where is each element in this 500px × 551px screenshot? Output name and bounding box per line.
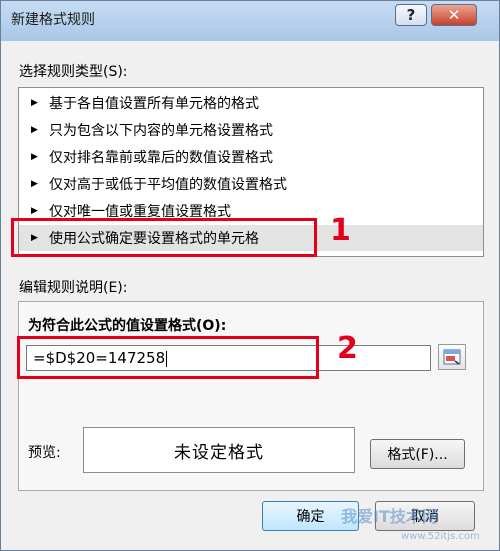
annotation-number-2: 2	[337, 331, 358, 366]
formula-value: =$D$20=147258	[33, 349, 166, 367]
rule-type-item[interactable]: ▶ 仅对高于或低于平均值的数值设置格式	[19, 171, 483, 197]
ok-button-label: 确定	[296, 509, 325, 525]
rule-type-item-selected[interactable]: ▶ 使用公式确定要设置格式的单元格	[19, 225, 483, 251]
help-button[interactable]: ?	[395, 4, 427, 26]
annotation-number-1: 1	[330, 213, 351, 248]
rule-type-item[interactable]: ▶ 只为包含以下内容的单元格设置格式	[19, 117, 483, 143]
rule-type-item[interactable]: ▶ 仅对排名靠前或靠后的数值设置格式	[19, 144, 483, 170]
preview-box: 未设定格式	[83, 427, 355, 473]
rule-type-item[interactable]: ▶ 仅对唯一值或重复值设置格式	[19, 198, 483, 224]
rule-type-item-label: 仅对高于或低于平均值的数值设置格式	[49, 177, 287, 193]
range-select-button[interactable]	[438, 344, 466, 370]
close-icon: ✕	[447, 6, 461, 24]
triangle-right-icon: ▶	[31, 98, 38, 108]
new-format-rule-dialog: 新建格式规则 ? ✕ 选择规则类型(S): ▶ 基于各自值设置所有单元格的格式 …	[0, 0, 500, 551]
rule-type-item-label: 仅对唯一值或重复值设置格式	[49, 204, 231, 220]
dialog-title: 新建格式规则	[11, 12, 95, 28]
triangle-right-icon: ▶	[31, 179, 38, 189]
rule-type-list[interactable]: ▶ 基于各自值设置所有单元格的格式 ▶ 只为包含以下内容的单元格设置格式 ▶ 仅…	[18, 87, 484, 257]
preview-label: 预览:	[28, 445, 61, 461]
triangle-right-icon: ▶	[31, 152, 38, 162]
edit-rule-label: 编辑规则说明(E):	[19, 280, 128, 296]
formula-label: 为符合此公式的值设置格式(O):	[28, 318, 227, 334]
help-icon: ?	[406, 6, 416, 24]
watermark-url: www.52itjs.com	[401, 531, 480, 542]
title-bar: 新建格式规则 ? ✕	[1, 1, 499, 41]
close-button[interactable]: ✕	[431, 4, 477, 26]
format-button[interactable]: 格式(F)...	[370, 439, 465, 469]
rule-type-item-label: 只为包含以下内容的单元格设置格式	[49, 123, 273, 139]
format-button-label: 格式(F)...	[387, 447, 448, 463]
preview-text: 未设定格式	[174, 442, 264, 463]
watermark-logo: 我爱IT技术网	[341, 507, 438, 526]
triangle-right-icon: ▶	[31, 206, 38, 216]
rule-type-item-label: 仅对排名靠前或靠后的数值设置格式	[49, 150, 273, 166]
triangle-right-icon: ▶	[31, 125, 38, 135]
text-caret	[166, 350, 168, 367]
triangle-right-icon: ▶	[31, 233, 38, 243]
rule-type-label: 选择规则类型(S):	[19, 64, 128, 80]
rule-type-item-label: 使用公式确定要设置格式的单元格	[49, 231, 259, 247]
rule-type-item[interactable]: ▶ 基于各自值设置所有单元格的格式	[19, 90, 483, 116]
range-select-icon	[443, 349, 461, 365]
formula-input[interactable]: =$D$20=147258	[26, 345, 431, 371]
rule-type-item-label: 基于各自值设置所有单元格的格式	[49, 96, 259, 112]
